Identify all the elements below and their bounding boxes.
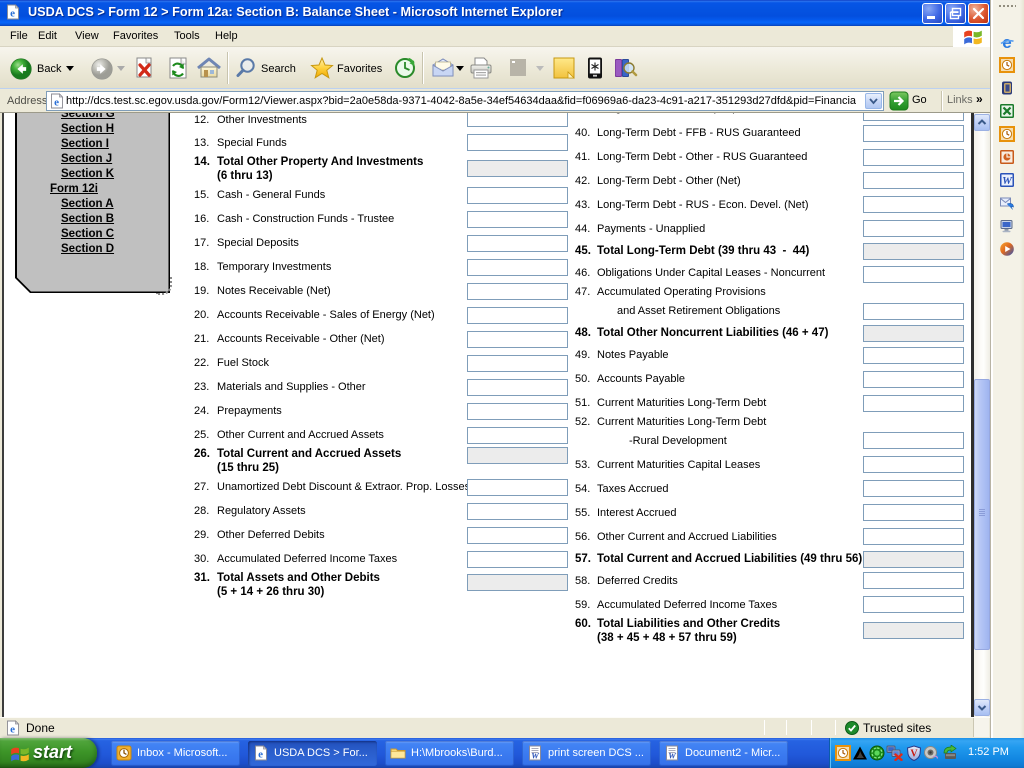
svg-text:W: W [1002, 175, 1013, 187]
svg-text:e: e [10, 8, 15, 20]
svg-text:e: e [54, 97, 59, 109]
svg-text:e: e [258, 749, 263, 761]
svg-text:V: V [910, 749, 918, 760]
svg-text:e: e [10, 724, 15, 736]
